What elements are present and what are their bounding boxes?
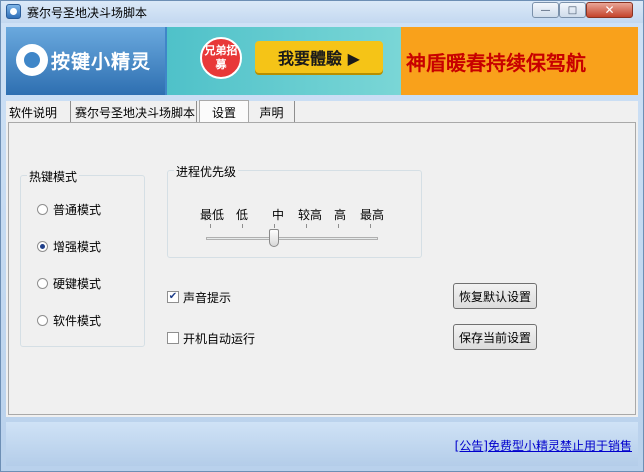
priority-slider-track[interactable] bbox=[206, 237, 378, 240]
try-it-button[interactable]: 我要體驗 ▶ bbox=[255, 41, 383, 73]
checkbox-label: 开机自动运行 bbox=[183, 331, 256, 346]
radio-hardkey-mode[interactable]: 硬键模式 bbox=[37, 275, 101, 291]
radio-label: 硬键模式 bbox=[53, 276, 102, 291]
hotkey-mode-title: 热键模式 bbox=[27, 168, 80, 185]
radio-normal-mode[interactable]: 普通模式 bbox=[37, 201, 101, 217]
settings-page: 热键模式 普通模式 增强模式 硬键模式 软件模式 进程优先级 最低 低 中 较高… bbox=[8, 122, 636, 415]
radio-button-selected[interactable] bbox=[37, 240, 48, 252]
hotkey-mode-group: 热键模式 普通模式 增强模式 硬键模式 软件模式 bbox=[20, 168, 145, 347]
tab-script[interactable]: 赛尔号圣地决斗场脚本 bbox=[71, 101, 197, 122]
save-settings-button[interactable]: 保存当前设置 bbox=[453, 324, 537, 350]
title-bar[interactable]: 赛尔号圣地决斗场脚本 — □ ✕ bbox=[1, 1, 643, 23]
slider-tick bbox=[370, 224, 371, 228]
tab-settings[interactable]: 设置 bbox=[199, 100, 249, 123]
priority-label-lowest: 最低 bbox=[200, 208, 225, 222]
radio-software-mode[interactable]: 软件模式 bbox=[37, 312, 101, 328]
slider-tick bbox=[306, 224, 307, 228]
minimize-button[interactable]: — bbox=[532, 2, 559, 18]
priority-label-normal: 中 bbox=[272, 208, 285, 222]
ad-recruit-section[interactable]: 兄弟招募 我要體驗 ▶ bbox=[167, 27, 401, 95]
priority-label-high: 高 bbox=[334, 208, 347, 222]
promo-text: 神盾暖春持续保驾航 bbox=[406, 51, 586, 75]
app-icon bbox=[6, 4, 21, 19]
close-button[interactable]: ✕ bbox=[586, 2, 633, 18]
tab-bar: 软件说明 赛尔号圣地决斗场脚本 设置 声明 bbox=[6, 100, 638, 123]
radio-label: 普通模式 bbox=[53, 202, 102, 217]
process-priority-group: 进程优先级 最低 低 中 较高 高 最高 bbox=[167, 163, 422, 258]
recruit-badge: 兄弟招募 bbox=[200, 37, 242, 79]
autostart-checkbox[interactable]: 开机自动运行 bbox=[167, 330, 255, 346]
process-priority-title: 进程优先级 bbox=[174, 163, 239, 180]
notice-link[interactable]: [公告]免费型小精灵禁止用于销售 bbox=[455, 437, 632, 454]
logo-text: 按键小精灵 bbox=[51, 51, 152, 73]
radio-label: 软件模式 bbox=[53, 313, 102, 328]
app-window: 赛尔号圣地决斗场脚本 — □ ✕ 按键小精灵 兄弟招募 我要體驗 ▶ 神盾暖春持… bbox=[0, 0, 644, 472]
tab-software-info[interactable]: 软件说明 bbox=[9, 101, 71, 122]
ad-promo-section[interactable]: 神盾暖春持续保驾航 bbox=[401, 27, 638, 95]
tab-statement[interactable]: 声明 bbox=[249, 101, 295, 122]
status-footer: [公告]免费型小精灵禁止用于销售 bbox=[6, 422, 638, 466]
priority-label-highest: 最高 bbox=[360, 208, 385, 222]
slider-tick bbox=[338, 224, 339, 228]
maximize-button[interactable]: □ bbox=[559, 2, 586, 18]
slider-tick bbox=[274, 224, 275, 228]
priority-slider-thumb[interactable] bbox=[269, 229, 279, 247]
radio-button[interactable] bbox=[37, 314, 48, 326]
radio-button[interactable] bbox=[37, 203, 48, 215]
ad-banner[interactable]: 按键小精灵 兄弟招募 我要體驗 ▶ 神盾暖春持续保驾航 bbox=[6, 27, 638, 95]
radio-button[interactable] bbox=[37, 277, 48, 289]
brand-logo: 按键小精灵 bbox=[6, 27, 165, 95]
priority-label-low: 低 bbox=[236, 208, 249, 222]
checkbox-label: 声音提示 bbox=[183, 290, 232, 305]
window-title: 赛尔号圣地决斗场脚本 bbox=[27, 6, 148, 20]
sound-prompt-checkbox[interactable]: ✔ 声音提示 bbox=[167, 289, 231, 305]
main-panel: 软件说明 赛尔号圣地决斗场脚本 设置 声明 热键模式 普通模式 增强模式 硬键模… bbox=[6, 100, 638, 417]
logo-icon bbox=[16, 44, 48, 76]
checkbox-box[interactable] bbox=[167, 332, 179, 344]
slider-tick bbox=[242, 224, 243, 228]
checkmark-icon[interactable]: ✔ bbox=[167, 291, 179, 303]
radio-label: 增强模式 bbox=[53, 239, 102, 254]
radio-enhanced-mode[interactable]: 增强模式 bbox=[37, 238, 101, 254]
restore-defaults-button[interactable]: 恢复默认设置 bbox=[453, 283, 537, 309]
slider-tick bbox=[210, 224, 211, 228]
priority-label-above-normal: 较高 bbox=[298, 208, 323, 222]
